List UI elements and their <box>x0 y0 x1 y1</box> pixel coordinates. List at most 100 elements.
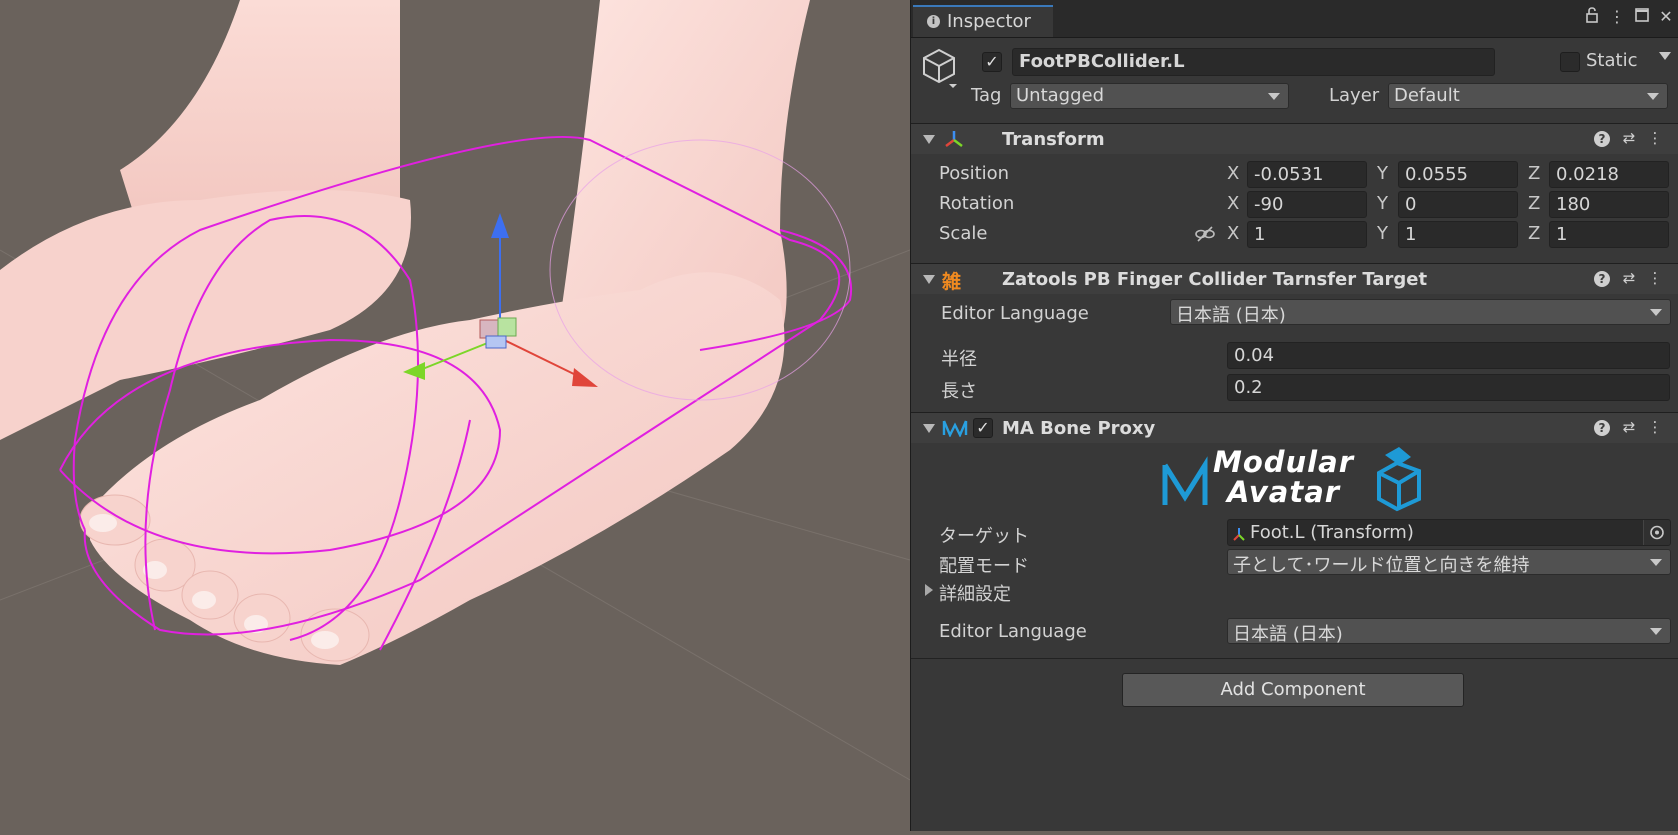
preset-icon[interactable]: ⇄ <box>1619 128 1639 148</box>
foldout-arrow-icon[interactable] <box>923 275 935 284</box>
foldout-arrow-icon[interactable] <box>923 135 935 144</box>
gameobject-name: FootPBCollider.L <box>1019 51 1185 72</box>
gameobject-name-field[interactable]: FootPBCollider.L <box>1012 48 1495 76</box>
lock-icon[interactable] <box>1583 7 1601 27</box>
chevron-down-icon <box>1650 559 1662 566</box>
zatools-editor-language-value: 日本語 (日本) <box>1176 305 1286 325</box>
advanced-settings-foldout[interactable]: 詳細設定 <box>939 580 1011 606</box>
zatools-icon: 雑 <box>942 271 962 293</box>
help-icon[interactable]: ? <box>1594 271 1610 287</box>
gameobject-active-checkbox[interactable]: ✓ <box>982 52 1002 72</box>
rotation-x-value: -90 <box>1254 194 1284 215</box>
scale-y-field[interactable]: 1 <box>1398 221 1518 248</box>
tab-inspector[interactable]: i Inspector <box>913 5 1053 37</box>
object-picker-button[interactable] <box>1643 520 1670 545</box>
position-y-field[interactable]: 0.0555 <box>1398 161 1518 188</box>
kebab-menu-icon[interactable]: ⋮ <box>1645 128 1665 148</box>
info-icon: i <box>927 15 940 28</box>
tag-dropdown[interactable]: Untagged <box>1010 83 1289 109</box>
inspector-tab-bar: i Inspector ⋮ ✕ <box>911 0 1678 38</box>
chevron-down-icon <box>1268 93 1280 100</box>
kebab-menu-icon[interactable]: ⋮ <box>1645 417 1665 437</box>
scale-x-value: 1 <box>1254 224 1266 245</box>
constrain-proportions-link-icon[interactable] <box>1194 225 1216 243</box>
maximize-icon[interactable] <box>1633 7 1651 27</box>
add-component-button[interactable]: Add Component <box>1122 673 1464 707</box>
position-x-field[interactable]: -0.0531 <box>1247 161 1367 188</box>
position-y-value: 0.0555 <box>1405 164 1468 185</box>
bone-proxy-editor-language-label: Editor Language <box>939 621 1087 642</box>
tag-label: Tag <box>971 85 1002 106</box>
scale-label: Scale <box>939 223 988 244</box>
transform-title: Transform <box>1002 129 1105 150</box>
bone-proxy-editor-language-dropdown[interactable]: 日本語 (日本) <box>1227 618 1671 644</box>
zatools-editor-language-label: Editor Language <box>941 303 1089 324</box>
target-object-field[interactable]: Foot.L (Transform) <box>1227 519 1671 546</box>
layer-dropdown[interactable]: Default <box>1388 83 1668 109</box>
scale-z-field[interactable]: 1 <box>1549 221 1669 248</box>
scene-viewport[interactable] <box>0 0 911 831</box>
axis-z-label: Z <box>1528 223 1541 244</box>
axis-x-label: X <box>1227 193 1240 214</box>
rotation-y-field[interactable]: 0 <box>1398 191 1518 218</box>
kebab-menu-icon[interactable]: ⋮ <box>1608 7 1626 27</box>
placement-mode-dropdown[interactable]: 子として･ワールド位置と向きを維持 <box>1227 549 1671 575</box>
length-field[interactable]: 0.2 <box>1227 374 1670 401</box>
transform-icon <box>1232 525 1246 545</box>
plane-handle-yz <box>485 335 507 349</box>
transform-header[interactable]: Transform ? ⇄ ⋮ <box>911 123 1678 154</box>
help-icon[interactable]: ? <box>1594 420 1610 436</box>
rotation-y-value: 0 <box>1405 194 1417 215</box>
static-dropdown-caret-icon[interactable] <box>1659 52 1671 60</box>
chevron-right-icon[interactable] <box>925 584 933 596</box>
plane-handle-xz <box>479 319 499 339</box>
zatools-editor-language-dropdown[interactable]: 日本語 (日本) <box>1170 299 1671 325</box>
transform-icon <box>943 129 965 153</box>
zatools-header[interactable]: 雑 Zatools PB Finger Collider Tarnsfer Ta… <box>911 263 1678 294</box>
position-z-field[interactable]: 0.0218 <box>1549 161 1669 188</box>
chevron-down-icon <box>1650 628 1662 635</box>
axis-z-label: Z <box>1528 163 1541 184</box>
layer-value: Default <box>1394 85 1460 106</box>
help-icon[interactable]: ? <box>1594 131 1610 147</box>
static-checkbox[interactable] <box>1560 52 1580 72</box>
target-picker-icon <box>1650 525 1664 540</box>
bone-proxy-header[interactable]: ✓ MA Bone Proxy ? ⇄ ⋮ <box>911 412 1678 443</box>
kebab-menu-icon[interactable]: ⋮ <box>1645 268 1665 288</box>
axis-z-label: Z <box>1528 193 1541 214</box>
length-label: 長さ <box>941 381 977 402</box>
rotation-z-field[interactable]: 180 <box>1549 191 1669 218</box>
radius-field[interactable]: 0.04 <box>1227 342 1670 369</box>
gameobject-cube-icon[interactable] <box>921 48 957 88</box>
logo-text-avatar: Avatar <box>1227 475 1341 509</box>
bone-proxy-editor-language-value: 日本語 (日本) <box>1233 624 1343 644</box>
scene-view[interactable] <box>0 0 911 831</box>
placement-mode-value: 子として･ワールド位置と向きを維持 <box>1233 555 1530 575</box>
radius-value: 0.04 <box>1234 345 1275 366</box>
target-label: ターゲット <box>939 526 1029 547</box>
axis-x-label: X <box>1227 163 1240 184</box>
preset-icon[interactable]: ⇄ <box>1619 268 1639 288</box>
preset-icon[interactable]: ⇄ <box>1619 417 1639 437</box>
tab-label: Inspector <box>947 11 1031 32</box>
modular-avatar-logo: Modular Avatar <box>1161 445 1431 513</box>
axis-x-label: X <box>1227 223 1240 244</box>
static-label: Static <box>1586 50 1638 71</box>
rotation-z-value: 180 <box>1556 194 1591 215</box>
modular-avatar-icon <box>942 419 968 441</box>
bone-proxy-enabled-checkbox[interactable]: ✓ <box>973 418 993 438</box>
foldout-arrow-icon[interactable] <box>923 424 935 433</box>
zatools-title: Zatools PB Finger Collider Tarnsfer Targ… <box>1002 269 1428 290</box>
position-z-value: 0.0218 <box>1556 164 1619 185</box>
position-label: Position <box>939 163 1010 184</box>
rotation-x-field[interactable]: -90 <box>1247 191 1367 218</box>
bone-proxy-title: MA Bone Proxy <box>1002 418 1156 439</box>
scale-x-field[interactable]: 1 <box>1247 221 1367 248</box>
axis-y-label: Y <box>1377 223 1388 244</box>
axis-y-label: Y <box>1377 163 1388 184</box>
tag-value: Untagged <box>1016 85 1105 106</box>
position-x-value: -0.0531 <box>1254 164 1324 185</box>
close-icon[interactable]: ✕ <box>1657 7 1675 27</box>
plane-handle-xy <box>497 317 517 337</box>
rotation-label: Rotation <box>939 193 1015 214</box>
